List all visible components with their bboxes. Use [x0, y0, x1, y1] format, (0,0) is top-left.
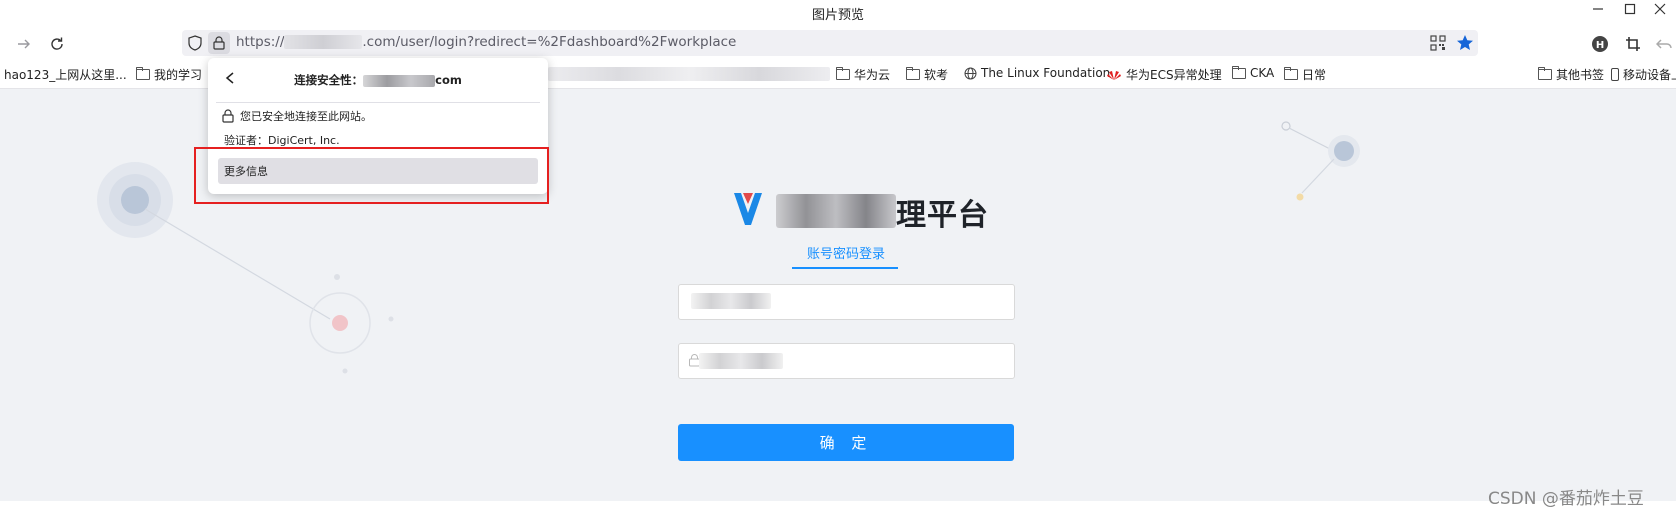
- extension-h-icon: H: [1592, 36, 1608, 52]
- bookmark-folder[interactable]: 移动设备上: [1611, 66, 1676, 83]
- screenshot-button[interactable]: [1623, 34, 1643, 54]
- bookmark-label: 软考: [924, 68, 949, 82]
- maximize-button[interactable]: [1614, 0, 1646, 18]
- bookmark-label: 华为云: [854, 68, 891, 82]
- bookmark-folder[interactable]: 华为云: [836, 66, 890, 83]
- username-input[interactable]: [678, 284, 1015, 320]
- folder-icon: [136, 67, 150, 80]
- popup-secure-row: 您已安全地连接至此网站。: [222, 108, 372, 124]
- shield-icon: [188, 35, 202, 51]
- browser-toolbar: https:// .com/user/login?redirect=%2Fdash…: [0, 26, 1676, 60]
- minimize-button[interactable]: [1582, 0, 1614, 18]
- close-icon: [1654, 3, 1666, 15]
- redacted-domain: [363, 74, 436, 87]
- bookmark-label: 华为ECS异常处理: [1126, 68, 1222, 82]
- bookmark-label: 其他书签: [1556, 68, 1605, 82]
- folder-icon: [906, 67, 920, 80]
- redacted-password: [699, 353, 783, 369]
- svg-text:H: H: [1596, 40, 1604, 51]
- folder-icon: [1538, 67, 1552, 80]
- folder-icon: [836, 67, 850, 80]
- close-window-button[interactable]: [1644, 0, 1676, 18]
- bookmark-folder[interactable]: CKA: [1232, 65, 1275, 80]
- popup-divider: [216, 102, 540, 103]
- address-bar[interactable]: https:// .com/user/login?redirect=%2Fdash…: [182, 30, 1478, 56]
- app-title: 理平台: [896, 198, 989, 233]
- huawei-icon: [1107, 70, 1121, 80]
- folder-icon: [1232, 65, 1246, 79]
- tab-active-indicator: [792, 267, 898, 269]
- bookmark-star-button[interactable]: [1456, 34, 1474, 52]
- tab-account-password-login[interactable]: 账号密码登录: [790, 243, 902, 262]
- window-title: 图片预览: [811, 8, 864, 23]
- globe-icon: [964, 67, 977, 79]
- arrow-right-icon: [18, 39, 30, 49]
- mobile-icon: [1611, 68, 1619, 81]
- site-security-button[interactable]: [208, 32, 230, 54]
- forward-button[interactable]: [14, 34, 34, 54]
- profile-button[interactable]: H: [1590, 34, 1610, 54]
- lock-icon: [213, 36, 225, 50]
- highlight-annotation-box: [194, 147, 549, 204]
- popup-title-suffix: com: [435, 73, 462, 87]
- popup-verifier: 验证者：DigiCert, Inc.: [224, 134, 340, 147]
- popup-title: 连接安全性： com: [208, 72, 548, 88]
- bookmark-label: The Linux Foundation: [981, 66, 1111, 80]
- popup-secure-text: 您已安全地连接至此网站。: [240, 110, 372, 123]
- qr-code-button[interactable]: [1430, 35, 1446, 51]
- window-titlebar: 图片预览: [0, 0, 1676, 26]
- login-submit-button[interactable]: 确 定: [678, 424, 1014, 461]
- bookmark-folder[interactable]: 我的学习: [136, 66, 202, 83]
- csdn-watermark: CSDN @番茄炸土豆: [1488, 489, 1644, 509]
- bookmark-folder[interactable]: 其他书签: [1538, 66, 1604, 83]
- folder-icon: [1284, 67, 1298, 80]
- password-input[interactable]: [678, 343, 1015, 379]
- reload-icon: [51, 37, 63, 50]
- bookmark-label: CKA: [1250, 66, 1275, 80]
- popup-title-prefix: 连接安全性：: [294, 73, 364, 87]
- reload-button[interactable]: [47, 34, 67, 54]
- bookmark-item[interactable]: The Linux Foundation: [964, 66, 1110, 80]
- tracking-protection-button[interactable]: [186, 34, 204, 52]
- undo-button[interactable]: [1654, 34, 1674, 54]
- bookmark-folder[interactable]: 软考: [906, 66, 948, 83]
- crop-icon: [1626, 37, 1640, 51]
- bookmark-item[interactable]: hao123_上网从这里...: [4, 66, 127, 83]
- bookmark-folder[interactable]: 日常: [1284, 66, 1326, 83]
- bookmark-label: 我的学习: [154, 68, 203, 82]
- app-logo-icon: [734, 193, 762, 225]
- star-icon: [1457, 35, 1473, 50]
- url-text[interactable]: https:// .com/user/login?redirect=%2Fdash…: [236, 34, 736, 50]
- maximize-icon: [1624, 3, 1636, 15]
- lock-icon: [222, 109, 234, 123]
- undo-icon: [1656, 39, 1672, 49]
- bookmark-item[interactable]: 华为ECS异常处理: [1106, 66, 1222, 83]
- qr-code-icon: [1430, 35, 1446, 51]
- redacted-bookmarks: [548, 67, 830, 81]
- redacted-app-name: [776, 194, 896, 228]
- url-redacted-host: [284, 35, 363, 49]
- bookmark-label: 日常: [1302, 68, 1327, 82]
- footer-strip: [0, 501, 1676, 513]
- minimize-icon: [1593, 8, 1603, 10]
- bookmark-label: 移动设备上: [1623, 68, 1676, 82]
- bookmark-label: hao123_上网从这里...: [4, 68, 127, 82]
- redacted-username: [691, 293, 771, 309]
- url-suffix: .com/user/login?redirect=%2Fdashboard%2F…: [362, 34, 737, 50]
- url-prefix: https://: [236, 34, 285, 50]
